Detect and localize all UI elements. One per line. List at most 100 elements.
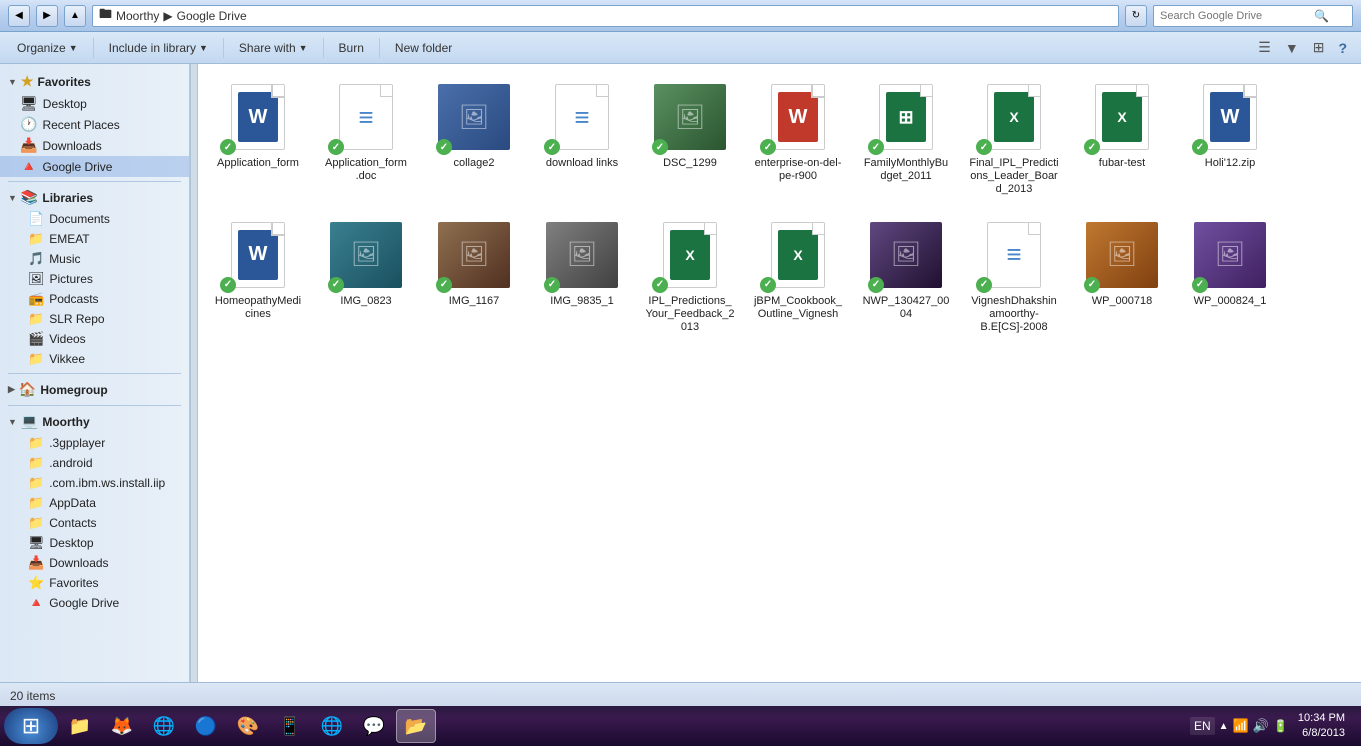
taskbar-ie-icon[interactable]: 🔵 [186,709,226,743]
file-item[interactable]: 🖼 ✓ WP_000718 [1072,212,1172,342]
search-icon[interactable]: 🔍 [1314,9,1329,23]
sidebar-item-music[interactable]: 🎵 Music [0,249,189,269]
sidebar-item-google-drive2[interactable]: 🔺 Google Drive [0,593,189,613]
videos-icon: 🎬 [28,331,44,347]
vikkee-icon: 📁 [28,351,44,367]
file-area: W ✓ Application_form ≡ ✓ Application_for… [198,64,1361,682]
sidebar-item-desktop2[interactable]: 🖥 Desktop [0,533,189,553]
taskbar-chrome2-icon[interactable]: 🌐 [312,709,352,743]
file-item[interactable]: ≡ ✓ download links [532,74,632,204]
taskbar-skype-icon[interactable]: 💬 [354,709,394,743]
appdata-icon: 📁 [28,495,44,511]
file-item[interactable]: 🖼 ✓ IMG_0823 [316,212,416,342]
sidebar-item-ibm[interactable]: 📁 .com.ibm.ws.install.iip [0,473,189,493]
sidebar-item-downloads2[interactable]: 📥 Downloads [0,553,189,573]
path-segment-1[interactable]: Moorthy [116,9,159,23]
documents-icon: 📄 [28,211,44,227]
file-item[interactable]: W ✓ enterprise-on-del-pe-r900 [748,74,848,204]
favorites-header[interactable]: ▼ ★ Favorites [0,70,189,93]
taskbar-firefox-icon[interactable]: 🦊 [102,709,142,743]
sync-check-icon: ✓ [1084,139,1100,155]
file-item[interactable]: ≡ ✓ Application_form .doc [316,74,416,204]
taskbar-clock[interactable]: 10:34 PM 6/8/2013 [1292,711,1351,742]
burn-button[interactable]: Burn [330,38,373,58]
start-button[interactable]: ⊞ [4,708,58,744]
refresh-button[interactable]: ↻ [1125,5,1147,27]
file-label: HomeopathyMedicines [213,295,303,321]
file-icon: 🖼 ✓ [438,81,510,153]
sidebar-item-3gpplayer[interactable]: 📁 .3gpplayer [0,433,189,453]
taskbar-explorer-icon[interactable]: 📁 [60,709,100,743]
sidebar-item-google-drive[interactable]: 🔺 Google Drive [0,156,189,177]
sync-check-icon: ✓ [436,139,452,155]
file-item[interactable]: 🖼 ✓ WP_000824_1 [1180,212,1280,342]
sync-check-icon: ✓ [544,277,560,293]
file-icon: W ✓ [222,81,294,153]
sidebar-item-emeat[interactable]: 📁 EMEAT [0,229,189,249]
sync-check-icon: ✓ [976,277,992,293]
help-button[interactable]: ? [1332,38,1353,58]
view-list-button[interactable]: ☰ [1252,37,1277,58]
sys-tray-arrow[interactable]: ▲ [1219,721,1229,732]
file-item[interactable]: ⊞ ✓ FamilyMonthlyBudget_2011 [856,74,956,204]
libraries-header[interactable]: ▼ 📚 Libraries [0,186,189,209]
back-button[interactable]: ◀ [8,5,30,27]
sync-check-icon: ✓ [976,139,992,155]
sidebar-item-slr-repo[interactable]: 📁 SLR Repo [0,309,189,329]
desktop-icon: 🖥 [20,95,38,112]
taskbar-paint-icon[interactable]: 🎨 [228,709,268,743]
sidebar-item-desktop[interactable]: 🖥 Desktop [0,93,189,114]
sidebar-item-contacts[interactable]: 📁 Contacts [0,513,189,533]
sidebar-item-android[interactable]: 📁 .android [0,453,189,473]
path-segment-2[interactable]: Google Drive [177,9,247,23]
file-item[interactable]: X ✓ Final_IPL_Predictions_Leader_Board_2… [964,74,1064,204]
taskbar-viber-icon[interactable]: 📱 [270,709,310,743]
homegroup-header[interactable]: ▶ 🏠 Homegroup [0,378,189,401]
file-item[interactable]: W ✓ Application_form [208,74,308,204]
up-button[interactable]: ▲ [64,5,86,27]
sync-check-icon: ✓ [1192,277,1208,293]
sidebar-item-favorites2[interactable]: ⭐ Favorites [0,573,189,593]
taskbar-folder-active[interactable]: 📂 [396,709,436,743]
file-label: WP_000718 [1092,295,1153,308]
view-large-button[interactable]: ⊞ [1307,37,1331,58]
file-item[interactable]: 🖼 ✓ collage2 [424,74,524,204]
view-details-button[interactable]: ▼ [1279,38,1305,58]
sidebar-item-vikkee[interactable]: 📁 Vikkee [0,349,189,369]
sidebar-item-videos[interactable]: 🎬 Videos [0,329,189,349]
share-with-button[interactable]: Share with ▼ [230,38,317,58]
new-folder-button[interactable]: New folder [386,38,461,58]
sidebar-item-pictures[interactable]: 🖼 Pictures [0,269,189,289]
downloads-icon: 📥 [20,137,37,154]
search-input[interactable] [1160,10,1310,22]
forward-button[interactable]: ▶ [36,5,58,27]
desktop2-icon: 🖥 [28,535,45,551]
sidebar-item-podcasts[interactable]: 📻 Podcasts [0,289,189,309]
file-item[interactable]: 🖼 ✓ DSC_1299 [640,74,740,204]
recent-places-icon: 🕐 [20,116,37,133]
file-label: DSC_1299 [663,157,717,170]
sidebar-item-recent-places[interactable]: 🕐 Recent Places [0,114,189,135]
file-item[interactable]: W ✓ Holi'12.zip [1180,74,1280,204]
computer-header[interactable]: ▼ 💻 Moorthy [0,410,189,433]
organize-button[interactable]: Organize ▼ [8,38,87,58]
file-item[interactable]: ≡ ✓ VigneshDhakshinamoorthy-B.E[CS]-2008 [964,212,1064,342]
file-item[interactable]: W ✓ HomeopathyMedicines [208,212,308,342]
search-bar[interactable]: 🔍 [1153,5,1353,27]
file-item[interactable]: 🖼 ✓ NWP_130427_0004 [856,212,956,342]
sidebar-item-documents[interactable]: 📄 Documents [0,209,189,229]
file-item[interactable]: X ✓ fubar-test [1072,74,1172,204]
include-library-button[interactable]: Include in library ▼ [100,38,217,58]
address-bar[interactable]: 🖿 Moorthy ▶ Google Drive [92,5,1119,27]
file-item[interactable]: X ✓ jBPM_Cookbook_Outline_Vignesh [748,212,848,342]
sync-check-icon: ✓ [328,277,344,293]
file-item[interactable]: 🖼 ✓ IMG_1167 [424,212,524,342]
taskbar-chrome-icon[interactable]: 🌐 [144,709,184,743]
item-count: 20 items [10,689,55,703]
sync-check-icon: ✓ [436,277,452,293]
file-item[interactable]: 🖼 ✓ IMG_9835_1 [532,212,632,342]
file-item[interactable]: X ✓ IPL_Predictions_Your_Feedback_2013 [640,212,740,342]
google-drive2-icon: 🔺 [28,595,44,611]
sidebar-item-appdata[interactable]: 📁 AppData [0,493,189,513]
sidebar-item-downloads[interactable]: 📥 Downloads [0,135,189,156]
